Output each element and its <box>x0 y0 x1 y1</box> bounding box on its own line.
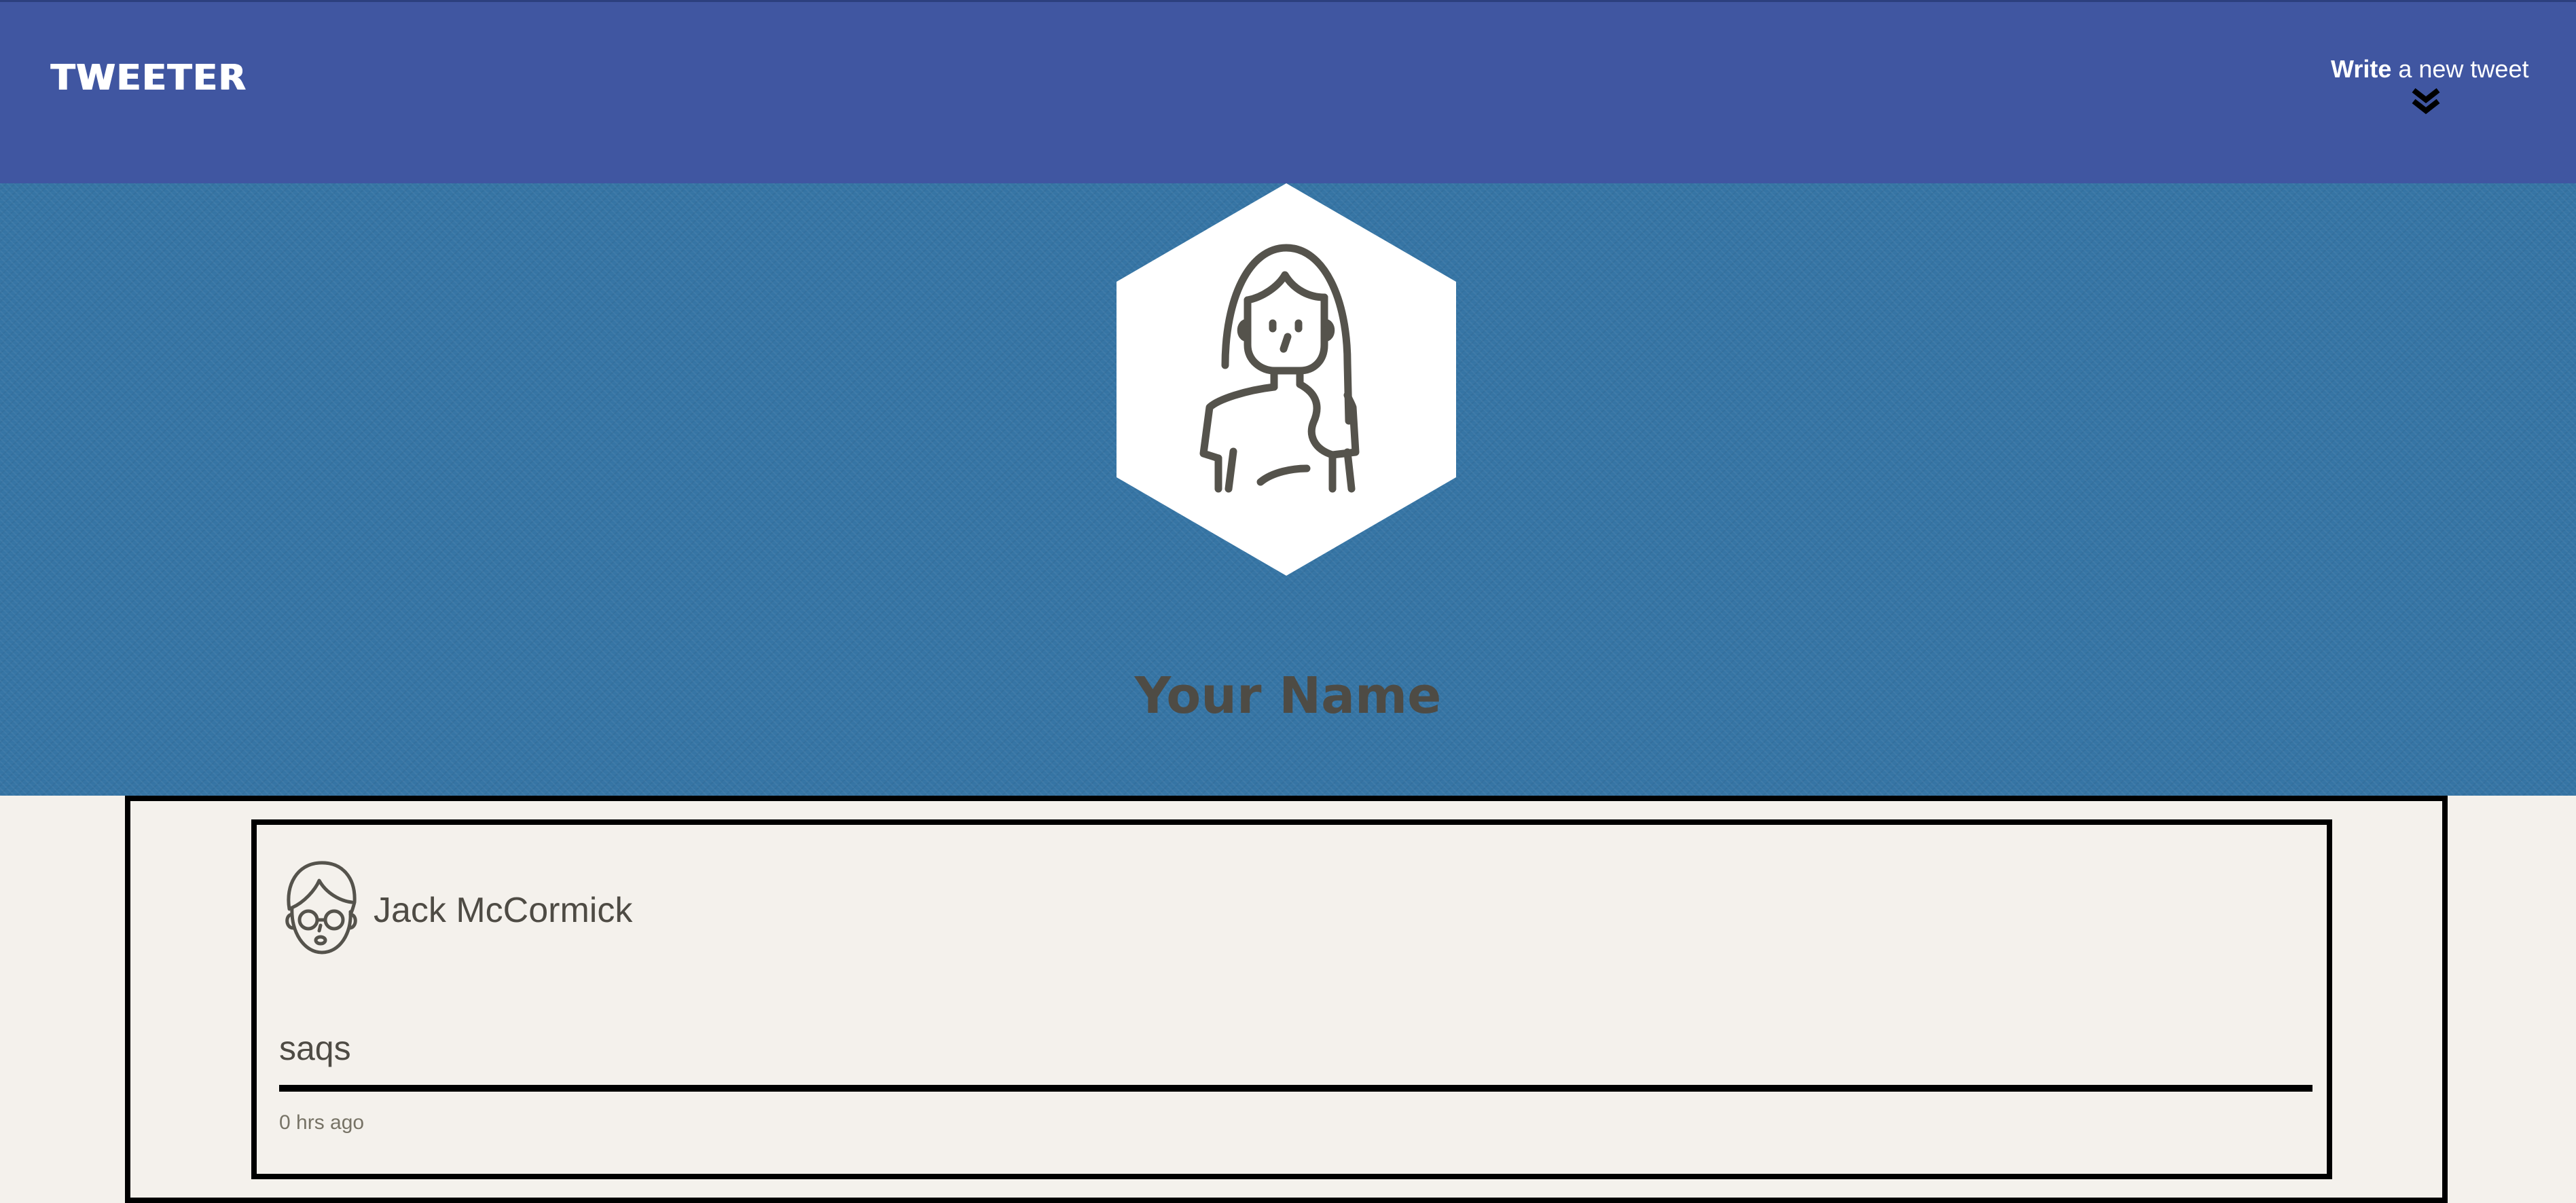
tweet-divider <box>279 1085 2312 1092</box>
profile-avatar <box>1117 183 1456 576</box>
compose-label-bold: Write <box>2331 55 2392 83</box>
tweet-card: Jack McCormick saqs 0 hrs ago <box>251 819 2332 1179</box>
write-tweet-button[interactable]: Write a new tweet <box>2331 55 2528 123</box>
tweets-container: Jack McCormick saqs 0 hrs ago <box>125 796 2448 1203</box>
profile-header: Your Name <box>0 183 2576 796</box>
double-chevron-down-icon[interactable] <box>2411 88 2441 115</box>
profile-name: Your Name <box>1134 667 1442 725</box>
tweet-avatar <box>277 857 365 958</box>
man-with-glasses-avatar-icon <box>285 861 357 955</box>
tweet-timestamp: 0 hrs ago <box>279 1111 365 1134</box>
top-nav: TWEETER Write a new tweet <box>0 0 2576 183</box>
tweet-author: Jack McCormick <box>374 891 633 930</box>
compose-label-rest: a new tweet <box>2391 55 2529 83</box>
tweet-content: saqs <box>279 1029 351 1067</box>
brand-logo[interactable]: TWEETER <box>51 58 247 98</box>
woman-avatar-icon <box>1117 183 1456 576</box>
